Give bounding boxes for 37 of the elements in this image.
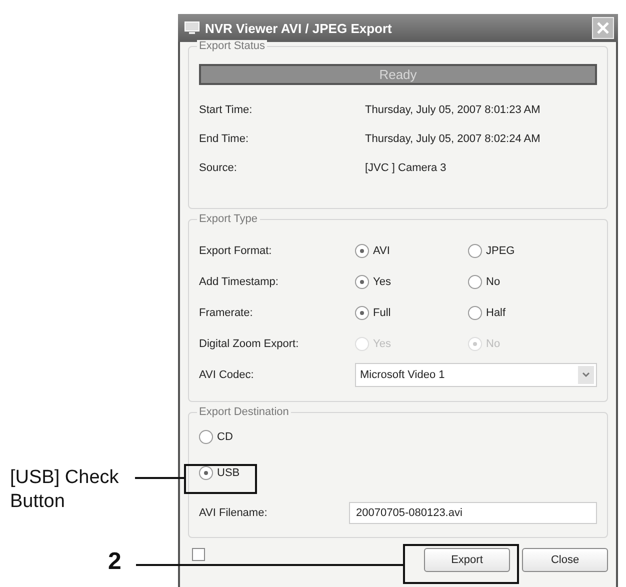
field-value: Thursday, July 05, 2007 8:02:24 AM	[365, 132, 542, 144]
field-label: Source:	[199, 162, 238, 174]
field-label: Framerate:	[199, 306, 254, 318]
field-label: Digital Zoom Export:	[199, 338, 300, 350]
checkbox[interactable]	[192, 548, 205, 561]
group-title: Export Status	[197, 40, 268, 52]
field-label: Export Format:	[199, 244, 273, 256]
field-label: End Time:	[199, 132, 250, 144]
window-title: NVR Viewer AVI / JPEG Export	[205, 20, 393, 36]
close-button[interactable]	[592, 17, 614, 39]
radio-button[interactable]: CD	[199, 430, 233, 444]
group-title: Export Destination	[197, 406, 291, 418]
status-bar: Ready	[199, 64, 597, 85]
radio-button[interactable]: JPEG	[468, 244, 515, 258]
radio-button[interactable]: Full	[355, 306, 391, 320]
callout-label: [USB] Check Button	[10, 466, 120, 514]
callout-number: 2	[108, 548, 122, 576]
close-button[interactable]: Close	[522, 548, 608, 572]
leader-line	[135, 477, 184, 479]
field-label: AVI Filename:	[199, 507, 268, 519]
close-icon	[597, 22, 609, 34]
field-value: [JVC ] Camera 3	[365, 162, 448, 174]
field-label: Add Timestamp:	[199, 276, 280, 288]
field-label: Start Time:	[199, 104, 254, 116]
field-label: AVI Codec:	[199, 369, 255, 381]
filename-field[interactable]: 20070705-080123.avi	[349, 502, 597, 524]
radio-button[interactable]: No	[468, 274, 500, 288]
radio-button[interactable]: Half	[468, 306, 506, 320]
field-value: Thursday, July 05, 2007 8:01:23 AM	[365, 104, 542, 116]
radio-button[interactable]: AVI	[355, 244, 390, 258]
monitor-icon	[184, 21, 200, 35]
caret-icon	[582, 372, 590, 378]
radio-button[interactable]: Yes	[355, 274, 391, 288]
radio-button[interactable]: USB	[199, 466, 240, 480]
export-button[interactable]: Export	[424, 548, 510, 572]
codec-dropdown[interactable]: Microsoft Video 1	[355, 363, 597, 387]
group-title: Export Type	[197, 213, 260, 225]
